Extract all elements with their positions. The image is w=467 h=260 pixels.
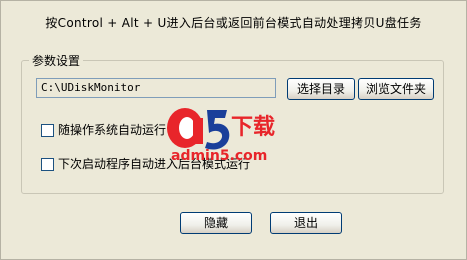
a5-logo-url-text: admin5.com (171, 148, 267, 164)
a5-logo-icon (167, 108, 230, 150)
autostart-checkbox-label: 随操作系统自动运行 (58, 123, 167, 137)
autostart-checkbox[interactable] (41, 124, 54, 137)
path-input[interactable]: C:\UDiskMonitor (36, 78, 276, 98)
background-mode-checkbox[interactable] (41, 158, 54, 171)
a5-watermark-logo: 下载 admin5.com (167, 108, 275, 164)
hotkey-instruction: 按Control + Alt + U进入后台或返回前台模式自动处理拷贝U盘任务 (45, 16, 422, 30)
hide-button[interactable]: 隐藏 (180, 212, 252, 234)
browse-folder-button[interactable]: 浏览文件夹 (358, 78, 434, 100)
settings-group-title: 参数设置 (29, 52, 84, 69)
a5-logo-cn-text: 下载 (231, 114, 275, 140)
exit-button[interactable]: 退出 (270, 212, 342, 234)
select-directory-button[interactable]: 选择目录 (287, 78, 355, 100)
